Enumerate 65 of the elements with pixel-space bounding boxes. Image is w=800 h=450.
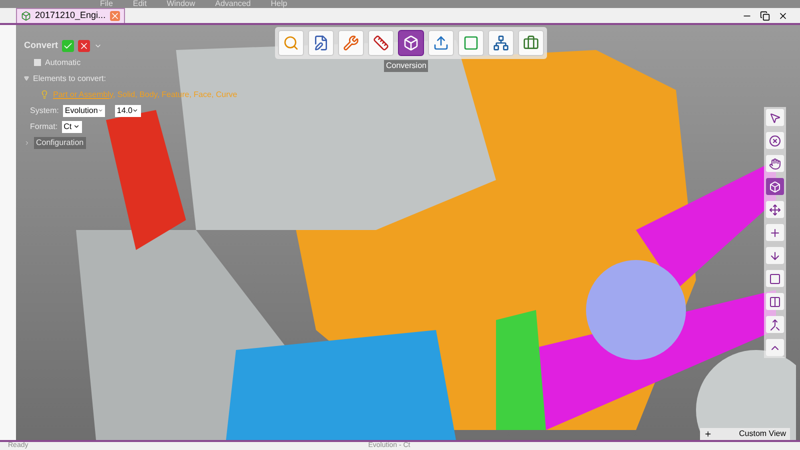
square-icon (769, 272, 781, 284)
close-icon (110, 11, 120, 21)
checkbox-label: Automatic (45, 56, 81, 68)
ruler-icon (373, 35, 389, 51)
tool-button[interactable] (766, 178, 784, 195)
panel-title: Convert (24, 39, 58, 52)
pointer-icon (769, 112, 781, 124)
circle-x-icon (769, 134, 781, 146)
tool-button[interactable] (766, 316, 784, 333)
tab-label: 20171210_Engi... (35, 9, 106, 22)
tool-button[interactable] (766, 293, 784, 310)
cube-arrow-icon (403, 35, 419, 51)
version-dropdown[interactable]: 14.0 (114, 104, 141, 116)
tool-button[interactable] (766, 155, 784, 172)
search-icon (283, 35, 299, 51)
system-dropdown[interactable]: Evolution (62, 104, 105, 116)
element-types-text: Part or Assembly, Solid, Body, Feature, Face, Curve (53, 88, 238, 100)
tool-button[interactable] (766, 247, 784, 264)
field-label: Format: (30, 120, 58, 132)
bulb-icon (40, 90, 49, 99)
merge-icon (769, 318, 781, 330)
tool-button[interactable] (766, 224, 784, 241)
tooltip: Conversion (384, 60, 428, 72)
toolbar-button[interactable] (398, 30, 424, 56)
plus-icon (769, 226, 781, 238)
check-icon (63, 40, 74, 51)
nodes-icon (493, 35, 509, 51)
tool-button[interactable] (766, 339, 784, 356)
menu-item[interactable]: Window (166, 0, 196, 8)
tool-button[interactable] (766, 132, 784, 149)
split-icon (769, 296, 781, 308)
section-label[interactable]: Configuration (34, 136, 86, 148)
arrow-down-icon (769, 250, 781, 262)
caret-icon (72, 123, 80, 130)
restore-icon[interactable] (760, 11, 770, 21)
square-icon (463, 35, 479, 51)
section-label: Elements to convert: (33, 72, 106, 84)
menu-item[interactable]: Help (270, 0, 288, 8)
format-dropdown[interactable]: Ct (62, 120, 82, 132)
menu-item[interactable]: Advanced (215, 0, 251, 8)
move-icon (769, 204, 781, 216)
tool-button[interactable] (766, 201, 784, 218)
caret-icon (98, 107, 103, 114)
automatic-checkbox[interactable] (34, 59, 41, 66)
hand-icon (769, 158, 781, 170)
tool-button[interactable] (766, 109, 784, 126)
field-label: System: (30, 104, 59, 116)
wrench-icon (343, 35, 359, 51)
plus-icon (704, 430, 712, 438)
briefcase-icon (523, 35, 539, 51)
caret-icon (132, 107, 139, 114)
tool-button[interactable] (766, 270, 784, 287)
menu-item[interactable]: File (100, 0, 113, 8)
view-tab-label: Custom View (739, 428, 786, 440)
upload-icon (433, 35, 449, 51)
document-tab[interactable]: 20171210_Engi... (16, 8, 125, 23)
model-icon (21, 11, 31, 21)
pen-list-icon (313, 35, 329, 51)
cross-icon (79, 40, 90, 51)
view-tab[interactable]: Custom View (700, 428, 790, 440)
menu-item[interactable]: Edit (132, 0, 147, 8)
cancel-button[interactable] (78, 40, 90, 52)
apply-button[interactable] (62, 40, 74, 52)
close-icon[interactable] (778, 11, 788, 21)
cube-icon (769, 180, 781, 192)
